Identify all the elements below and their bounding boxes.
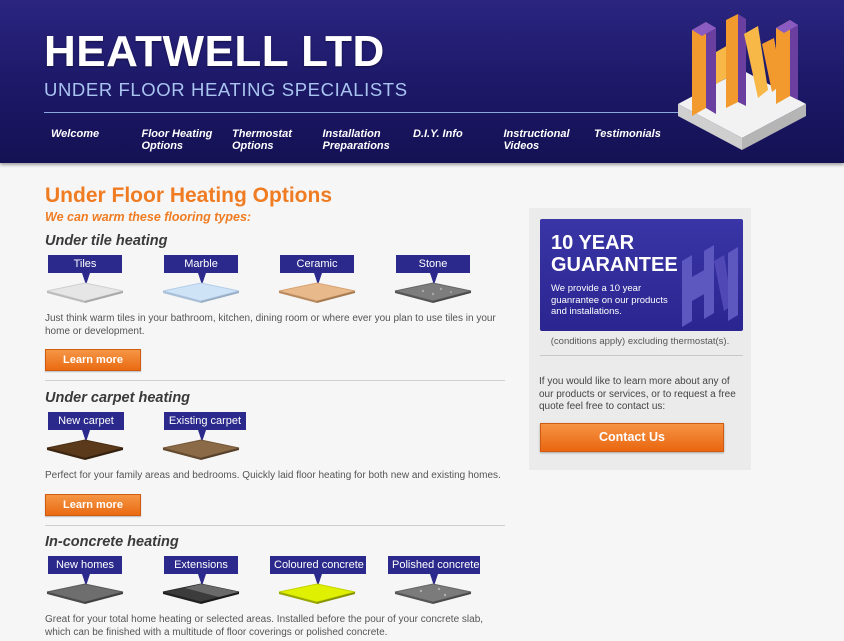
- floor-swatch-icon: [394, 583, 472, 604]
- tile-label: Tiles: [48, 255, 122, 273]
- tile-row: New homes Extensions Coloured concrete P…: [45, 556, 505, 604]
- tile-coloured-concrete[interactable]: Coloured concrete: [267, 556, 366, 604]
- floor-swatch-icon: [46, 282, 124, 303]
- hw-logo-icon[interactable]: [672, 4, 812, 154]
- tile-row: Tiles Marble Ceramic Stone: [45, 255, 505, 303]
- nav-item-installation-preparations[interactable]: Installation Preparations: [316, 128, 407, 152]
- conditions-note: (conditions apply) excluding thermostat(…: [550, 336, 730, 347]
- tile-label: Marble: [164, 255, 238, 273]
- main-heading-block: Under Floor Heating Options We can warm …: [45, 183, 505, 225]
- learn-more-button[interactable]: Learn more: [45, 493, 141, 516]
- tile-label: New carpet: [48, 412, 124, 430]
- tile-polished-concrete[interactable]: Polished concrete: [385, 556, 480, 604]
- nav-item-instructional-videos[interactable]: Instructional Videos: [497, 128, 588, 152]
- tile-ceramic[interactable]: Ceramic: [277, 255, 357, 303]
- brand-tagline: UNDER FLOOR HEATING SPECIALISTS: [44, 79, 408, 100]
- page-title: Under Floor Heating Options: [45, 184, 332, 207]
- nav-item-floor-heating-options[interactable]: Floor Heating Options: [135, 128, 226, 152]
- section-in-concrete: In-concrete heating New homes Extensions…: [45, 534, 505, 639]
- section-description: Great for your total home heating or sel…: [45, 614, 484, 638]
- section-description: Perfect for your family areas and bedroo…: [45, 470, 501, 481]
- section-title: Under carpet heating: [45, 390, 191, 406]
- nav-item-testimonials[interactable]: Testimonials: [587, 128, 678, 152]
- sidebar-divider: [540, 355, 743, 356]
- section-divider: [45, 525, 505, 526]
- learn-more-button[interactable]: Learn more: [45, 349, 141, 371]
- floor-swatch-icon: [162, 439, 240, 460]
- tile-label: Extensions: [164, 556, 238, 574]
- floor-swatch-icon: [162, 282, 240, 303]
- site-header: HEATWELL LTD UNDER FLOOR HEATING SPECIAL…: [0, 0, 844, 163]
- nav-item-thermostat-options[interactable]: Thermostat Options: [225, 128, 316, 152]
- sidebar: 10 YEAR GUARANTEE We provide a 10 year g…: [529, 208, 751, 470]
- tile-existing-carpet[interactable]: Existing carpet: [161, 412, 246, 460]
- section-description: Just think warm tiles in your bathroom, …: [45, 313, 496, 337]
- floor-swatch-icon: [278, 282, 356, 303]
- tile-tiles[interactable]: Tiles: [45, 255, 125, 303]
- guarantee-text: We provide a 10 year guanrantee on our p…: [551, 283, 668, 317]
- guarantee-heading: 10 YEAR GUARANTEE: [551, 232, 678, 276]
- floor-swatch-icon: [46, 439, 124, 460]
- hw-watermark-icon: [682, 245, 738, 327]
- tile-new-carpet[interactable]: New carpet: [45, 412, 125, 460]
- section-under-carpet: Under carpet heating New carpet Existing…: [45, 390, 505, 516]
- nav-item-welcome[interactable]: Welcome: [44, 128, 135, 152]
- main-nav: Welcome Floor Heating Options Thermostat…: [44, 128, 678, 152]
- guarantee-line-1: 10 YEAR: [551, 232, 635, 254]
- guarantee-banner[interactable]: 10 YEAR GUARANTEE We provide a 10 year g…: [540, 219, 743, 331]
- section-title: Under tile heating: [45, 233, 168, 249]
- contact-us-button[interactable]: Contact Us: [540, 423, 724, 452]
- tile-row: New carpet Existing carpet: [45, 412, 505, 460]
- contact-prompt: If you would like to learn more about an…: [539, 376, 736, 412]
- tile-label: Ceramic: [280, 255, 354, 273]
- floor-swatch-icon: [162, 583, 240, 604]
- floor-swatch-icon: [278, 583, 356, 604]
- tile-extensions[interactable]: Extensions: [161, 556, 241, 604]
- tile-label: Existing carpet: [164, 412, 246, 430]
- tile-label: Polished concrete: [388, 556, 480, 574]
- floor-swatch-icon: [46, 583, 124, 604]
- brand-title[interactable]: HEATWELL LTD: [44, 30, 385, 74]
- tile-label: Coloured concrete: [270, 556, 366, 574]
- tile-stone[interactable]: Stone: [393, 255, 473, 303]
- section-under-tile: Under tile heating Tiles Marble Ceramic …: [45, 233, 505, 371]
- nav-item-diy-info[interactable]: D.I.Y. Info: [406, 128, 497, 152]
- tile-label: New homes: [48, 556, 122, 574]
- tile-label: Stone: [396, 255, 470, 273]
- section-divider: [45, 380, 505, 381]
- tile-marble[interactable]: Marble: [161, 255, 241, 303]
- floor-swatch-icon: [394, 282, 472, 303]
- page-subtitle: We can warm these flooring types:: [45, 210, 252, 224]
- header-divider: [44, 112, 684, 113]
- guarantee-line-2: GUARANTEE: [551, 254, 678, 276]
- section-title: In-concrete heating: [45, 534, 179, 550]
- tile-new-homes[interactable]: New homes: [45, 556, 125, 604]
